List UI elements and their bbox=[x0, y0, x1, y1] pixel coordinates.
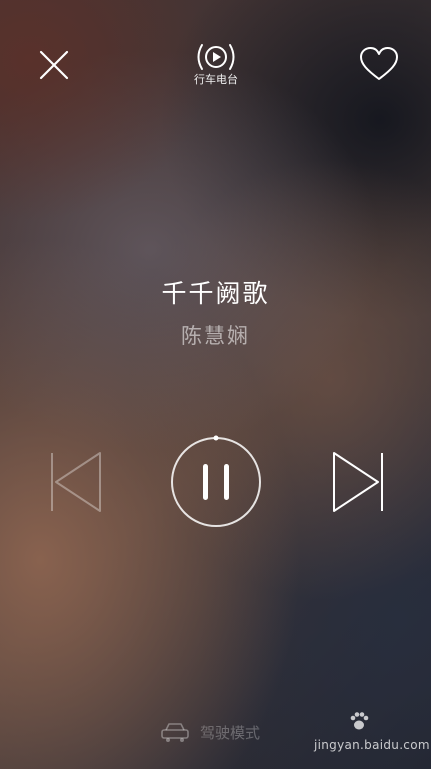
progress-indicator bbox=[213, 435, 219, 441]
top-bar: 行车电台 bbox=[0, 0, 431, 110]
watermark-url: jingyan.baidu.com bbox=[314, 738, 430, 752]
skip-next-icon bbox=[333, 452, 383, 512]
car-radio-button[interactable]: 行车电台 bbox=[186, 40, 246, 90]
car-icon bbox=[161, 723, 189, 742]
play-pause-button[interactable] bbox=[169, 435, 263, 529]
pause-icon bbox=[171, 435, 261, 527]
previous-track-button[interactable] bbox=[46, 448, 108, 516]
song-title: 千千阙歌 bbox=[161, 279, 270, 308]
skip-previous-icon bbox=[51, 452, 101, 512]
close-button[interactable] bbox=[34, 45, 74, 85]
next-track-button[interactable] bbox=[326, 448, 388, 516]
car-radio-label: 行车电台 bbox=[194, 73, 238, 86]
artist-name: 陈慧娴 bbox=[181, 324, 250, 348]
heart-icon bbox=[360, 47, 398, 80]
close-icon bbox=[39, 50, 69, 80]
drive-mode-label: 驾驶模式 bbox=[200, 723, 261, 742]
drive-mode-button[interactable]: 驾驶模式 bbox=[160, 716, 260, 748]
paw-icon bbox=[350, 712, 369, 730]
car-radio-icon bbox=[197, 44, 235, 70]
baidu-jingyan-watermark: jingyan.baidu.com bbox=[312, 712, 430, 767]
favorite-button[interactable] bbox=[357, 44, 401, 84]
